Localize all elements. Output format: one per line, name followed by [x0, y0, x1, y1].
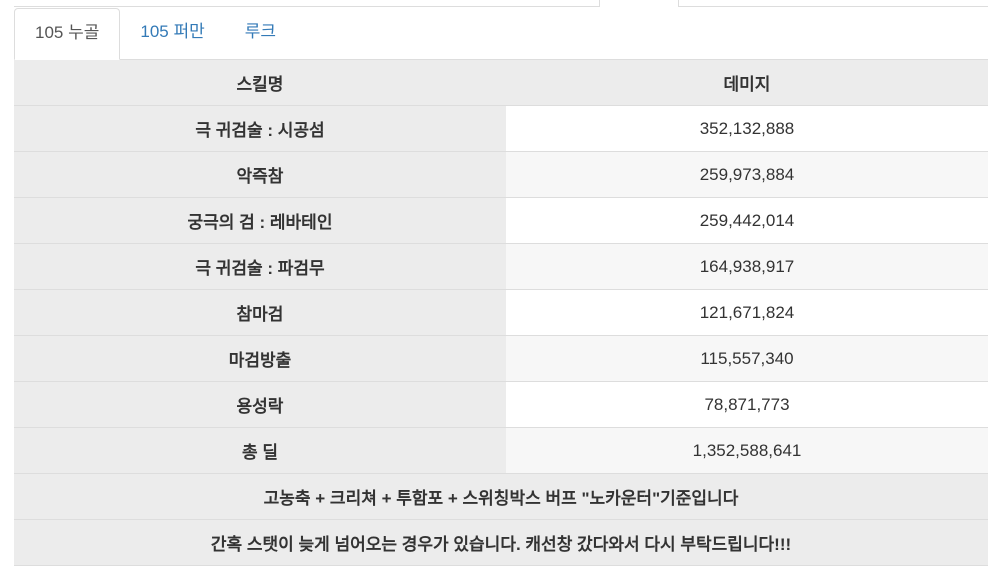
skill-name-cell: 궁극의 검 : 레바테인: [14, 197, 506, 244]
skill-name-cell: 극 귀검술 : 파검무: [14, 243, 506, 290]
skill-name-cell: 참마검: [14, 289, 506, 336]
damage-cell: 352,132,888: [506, 105, 988, 152]
tab-bar: 105 누골 105 퍼만 루크: [14, 7, 988, 60]
top-panel-right: [678, 0, 988, 7]
total-damage-cell: 1,352,588,641: [506, 427, 988, 474]
table-row: 참마검 121,671,824: [14, 289, 988, 336]
damage-table: 스킬명 데미지 극 귀검술 : 시공섬 352,132,888 악즉참 259,…: [14, 60, 988, 566]
total-label-cell: 총 딜: [14, 427, 506, 474]
damage-cell: 121,671,824: [506, 289, 988, 336]
buff-note: 고농축 + 크리쳐 + 투함포 + 스위칭박스 버프 "노카운터"기준입니다: [14, 473, 988, 520]
column-header-damage: 데미지: [506, 60, 988, 106]
skill-name-cell: 용성락: [14, 381, 506, 428]
tab-105-nugol[interactable]: 105 누골: [14, 8, 121, 60]
stat-delay-note: 간혹 스탯이 늦게 넘어오는 경우가 있습니다. 캐선창 갔다와서 다시 부탁드…: [14, 519, 988, 566]
column-header-skill: 스킬명: [14, 60, 506, 106]
table-row: 극 귀검술 : 파검무 164,938,917: [14, 243, 988, 290]
table-row: 악즉참 259,973,884: [14, 151, 988, 198]
note-row: 고농축 + 크리쳐 + 투함포 + 스위칭박스 버프 "노카운터"기준입니다: [14, 473, 988, 520]
table-row: 마검방출 115,557,340: [14, 335, 988, 382]
skill-name-cell: 악즉참: [14, 151, 506, 198]
top-panel-left: [14, 0, 600, 7]
table-row: 궁극의 검 : 레바테인 259,442,014: [14, 197, 988, 244]
damage-cell: 259,973,884: [506, 151, 988, 198]
skill-name-cell: 마검방출: [14, 335, 506, 382]
table-header-row: 스킬명 데미지: [14, 60, 988, 106]
table-row: 용성락 78,871,773: [14, 381, 988, 428]
damage-cell: 164,938,917: [506, 243, 988, 290]
tab-luke[interactable]: 루크: [225, 8, 296, 59]
damage-cell: 259,442,014: [506, 197, 988, 244]
skill-name-cell: 극 귀검술 : 시공섬: [14, 105, 506, 152]
total-row: 총 딜 1,352,588,641: [14, 427, 988, 474]
note-row: 간혹 스탯이 늦게 넘어오는 경우가 있습니다. 캐선창 갔다와서 다시 부탁드…: [14, 519, 988, 566]
tab-105-pman[interactable]: 105 퍼만: [120, 8, 224, 59]
damage-cell: 78,871,773: [506, 381, 988, 428]
table-row: 극 귀검술 : 시공섬 352,132,888: [14, 105, 988, 152]
damage-cell: 115,557,340: [506, 335, 988, 382]
